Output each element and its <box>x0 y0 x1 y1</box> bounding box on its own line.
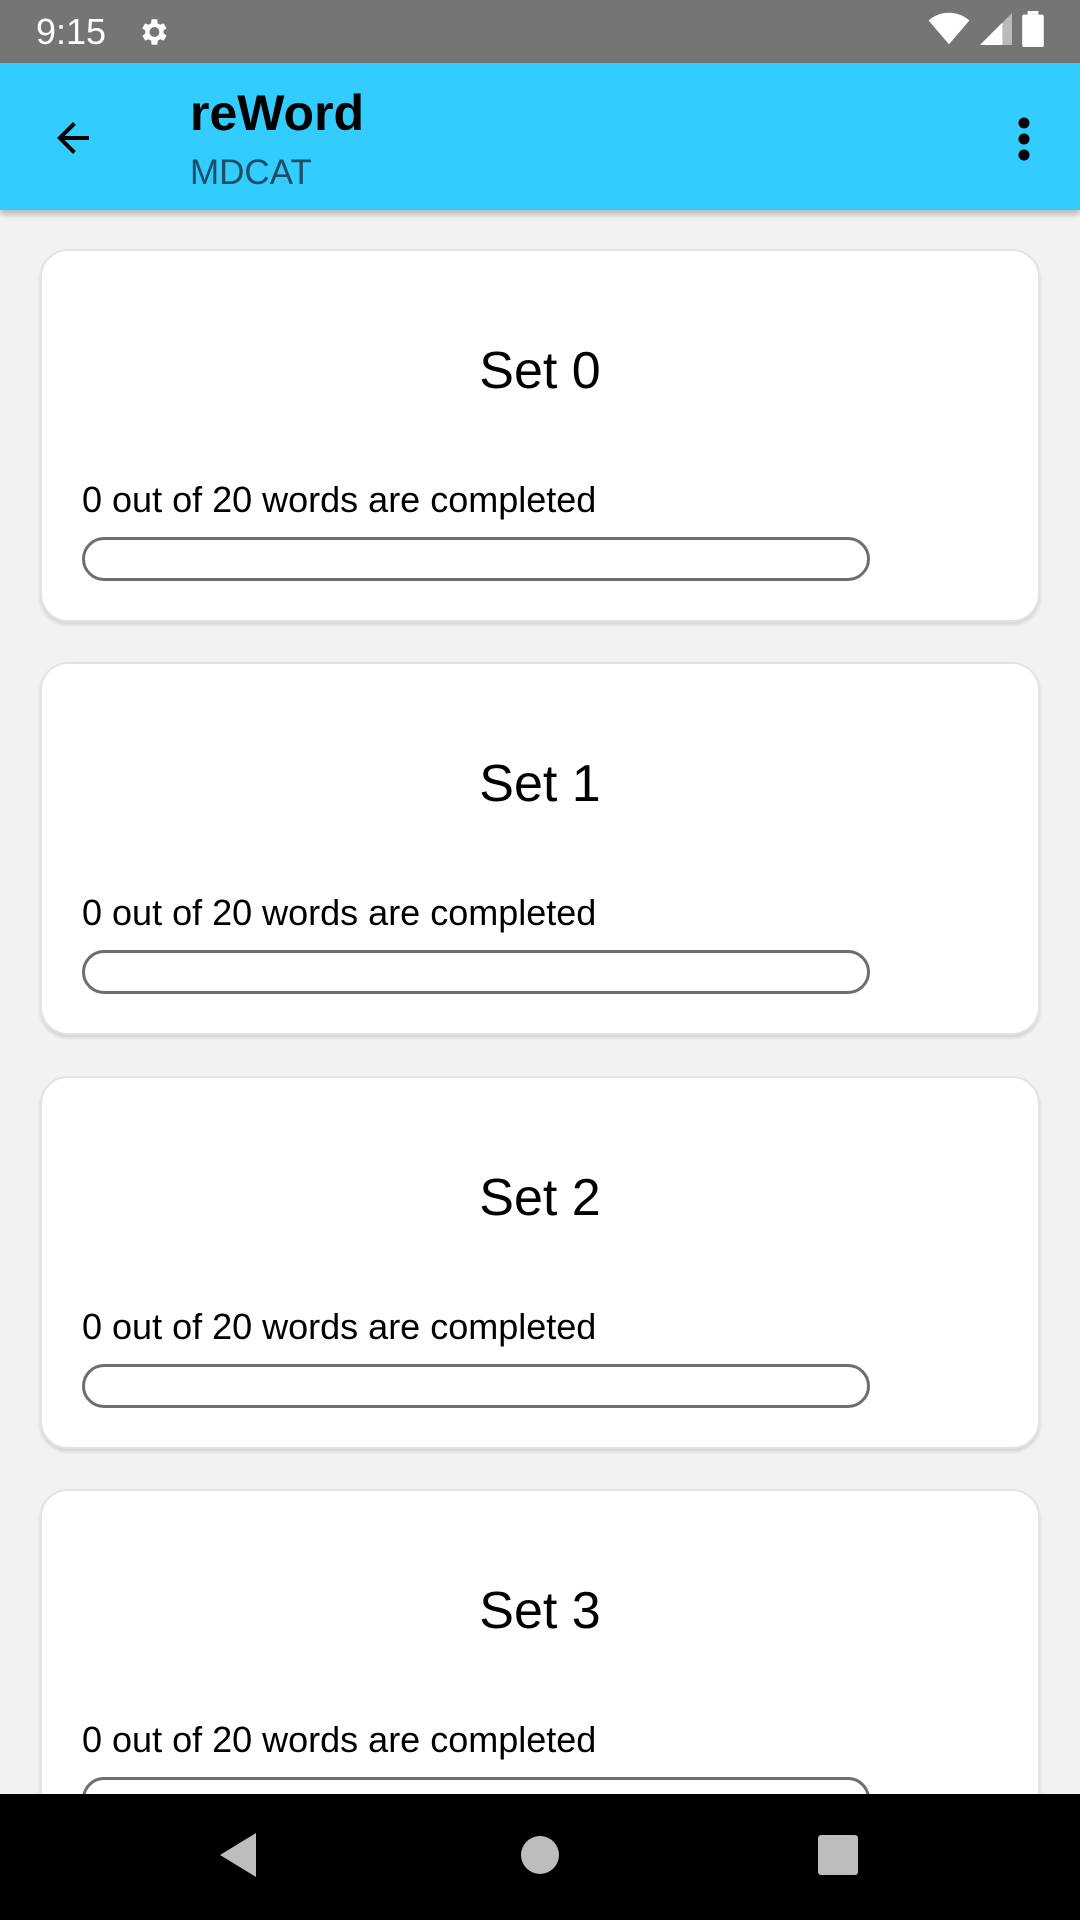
set-list[interactable]: Set 0 0 out of 20 words are completed Se… <box>0 210 1080 1794</box>
status-bar: 9:15 <box>0 0 1080 63</box>
home-circle-icon <box>520 1835 560 1880</box>
more-vert-icon <box>1017 117 1031 166</box>
arrow-left-icon <box>49 114 97 167</box>
navigation-bar <box>0 1794 1080 1920</box>
wifi-icon <box>928 12 970 51</box>
back-triangle-icon <box>216 1831 260 1884</box>
set-card[interactable]: Set 2 0 out of 20 words are completed <box>40 1076 1040 1449</box>
set-title: Set 3 <box>479 1582 601 1640</box>
app-titles: reWord MDCAT <box>190 81 364 197</box>
set-title: Set 2 <box>479 1169 601 1227</box>
signal-icon <box>980 12 1012 51</box>
app-title: reWord <box>190 85 365 141</box>
set-progress-text: 0 out of 20 words are completed <box>82 1719 597 1760</box>
nav-home-button[interactable] <box>510 1827 570 1887</box>
recents-square-icon <box>817 1834 859 1881</box>
set-progress-text: 0 out of 20 words are completed <box>82 1306 597 1347</box>
set-progress-text: 0 out of 20 words are completed <box>82 892 597 933</box>
set-card[interactable]: Set 0 0 out of 20 words are completed <box>40 249 1040 622</box>
set-card[interactable]: Set 3 0 out of 20 words are completed <box>40 1489 1040 1794</box>
overflow-menu-button[interactable] <box>1004 111 1044 171</box>
set-progress-bar <box>82 537 870 581</box>
nav-back-button[interactable] <box>208 1827 268 1887</box>
set-card[interactable]: Set 1 0 out of 20 words are completed <box>40 662 1040 1035</box>
set-title: Set 1 <box>479 755 601 813</box>
set-title: Set 0 <box>479 342 601 400</box>
nav-recents-button[interactable] <box>808 1827 868 1887</box>
set-progress-text: 0 out of 20 words are completed <box>82 479 597 520</box>
app-bar: reWord MDCAT <box>0 63 1080 210</box>
back-button[interactable] <box>36 103 110 177</box>
set-progress-bar <box>82 1364 870 1408</box>
status-time: 9:15 <box>36 10 107 52</box>
set-progress-bar <box>82 1777 870 1794</box>
set-progress-bar <box>82 950 870 994</box>
gear-icon <box>136 15 170 49</box>
app-subtitle: MDCAT <box>190 153 312 192</box>
battery-icon <box>1022 11 1044 52</box>
